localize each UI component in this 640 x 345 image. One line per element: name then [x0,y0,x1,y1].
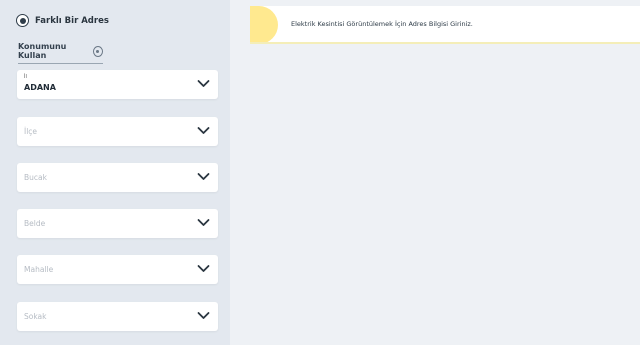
chevron-down-icon [197,265,210,272]
mahalle-placeholder: Mahalle [24,265,54,274]
main-content: Elektrik Kesintisi Görüntülemek İçin Adr… [230,0,640,345]
sokak-placeholder: Sokak [24,312,47,321]
notice-badge [250,6,278,42]
chevron-down-icon [197,312,210,319]
notice-text: Elektrik Kesintisi Görüntülemek İçin Adr… [291,20,473,28]
different-address-label: Farklı Bir Adres [35,15,109,26]
different-address-option[interactable]: Farklı Bir Adres [16,14,109,27]
chevron-down-icon [197,127,210,134]
il-select[interactable]: İl ADANA [17,70,218,99]
sokak-select[interactable]: Sokak [17,302,218,331]
il-label: İl [24,74,27,80]
radio-selected-icon[interactable] [16,14,29,27]
use-location-link[interactable]: Konumunu Kullan [18,42,103,64]
belde-select[interactable]: Belde [17,209,218,238]
ilce-select[interactable]: İlçe [17,117,218,146]
ilce-placeholder: İlçe [24,127,38,136]
chevron-down-icon [197,173,210,180]
use-location-label: Konumunu Kullan [18,42,67,60]
notice-banner: Elektrik Kesintisi Görüntülemek İçin Adr… [250,6,640,44]
il-value: ADANA [24,83,56,92]
bucak-select[interactable]: Bucak [17,163,218,192]
chevron-down-icon [197,80,210,87]
location-target-icon [92,45,103,57]
chevron-down-icon [197,219,210,226]
address-sidebar: Farklı Bir Adres Konumunu Kullan İl ADAN… [0,0,230,345]
bucak-placeholder: Bucak [24,173,47,182]
mahalle-select[interactable]: Mahalle [17,255,218,284]
belde-placeholder: Belde [24,219,46,228]
